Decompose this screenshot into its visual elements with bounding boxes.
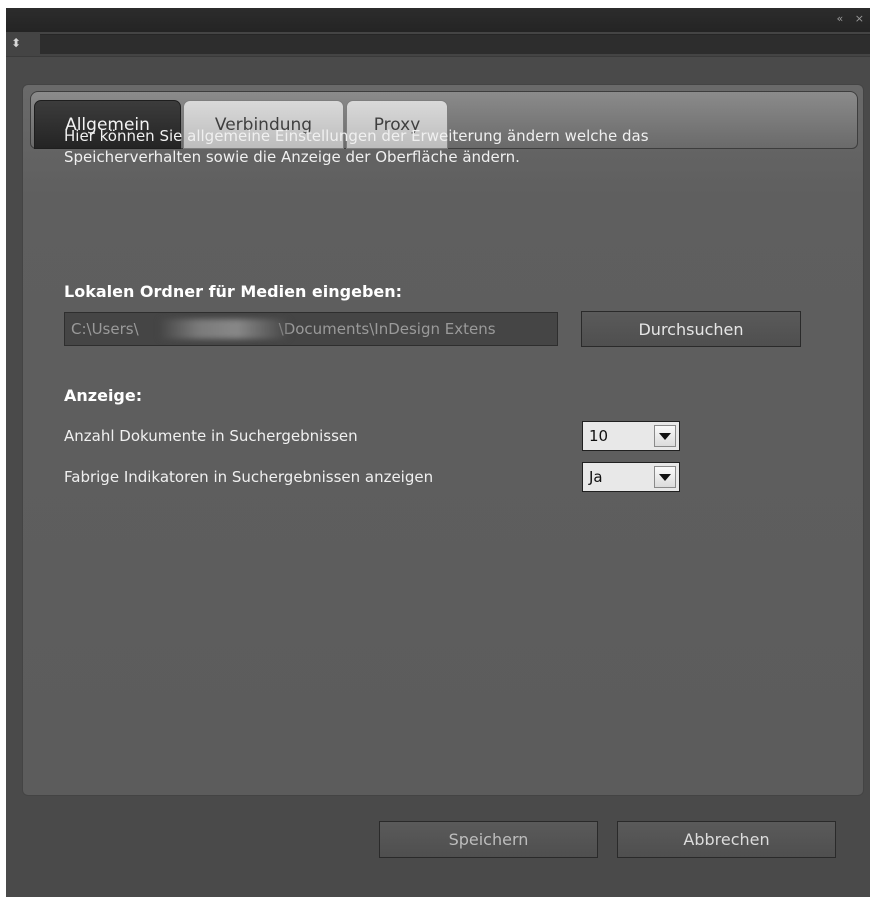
media-folder-value-end: \Documents\InDesign Extens <box>278 320 496 338</box>
color-indicators-label: Fabrige Indikatoren in Suchergebnissen a… <box>64 468 434 486</box>
result-count-value: 10 <box>589 427 609 445</box>
media-folder-label: Lokalen Ordner für Medien eingeben: <box>64 282 403 301</box>
redacted-username <box>159 319 289 339</box>
media-folder-input[interactable]: C:\Users\ \Documents\InDesign Extens <box>64 312 558 346</box>
media-folder-value-start: C:\Users\ <box>71 320 139 338</box>
extension-panel: « × ⬍ Allgemein Verbindung Proxy Hier kö… <box>6 8 870 897</box>
result-count-label: Anzahl Dokumente in Suchergebnissen <box>64 427 358 445</box>
panel-menubar: ⬍ <box>6 32 870 57</box>
cancel-button[interactable]: Abbrechen <box>617 821 836 858</box>
collapse-close-icons[interactable]: « × <box>837 12 868 25</box>
panel-menu-icon[interactable]: ⬍ <box>11 36 21 50</box>
color-indicators-value: Ja <box>589 468 603 486</box>
general-description: Hier können Sie allgemeine Einstellungen… <box>64 127 649 166</box>
panel-titlebar: « × <box>6 8 870 32</box>
chevron-down-icon[interactable] <box>654 425 676 447</box>
result-count-select[interactable]: 10 <box>582 421 680 451</box>
panel-header-field <box>40 34 870 54</box>
browse-button[interactable]: Durchsuchen <box>581 311 801 347</box>
chevron-down-icon[interactable] <box>654 466 676 488</box>
save-button[interactable]: Speichern <box>379 821 598 858</box>
display-section-label: Anzeige: <box>64 386 143 405</box>
color-indicators-select[interactable]: Ja <box>582 462 680 492</box>
